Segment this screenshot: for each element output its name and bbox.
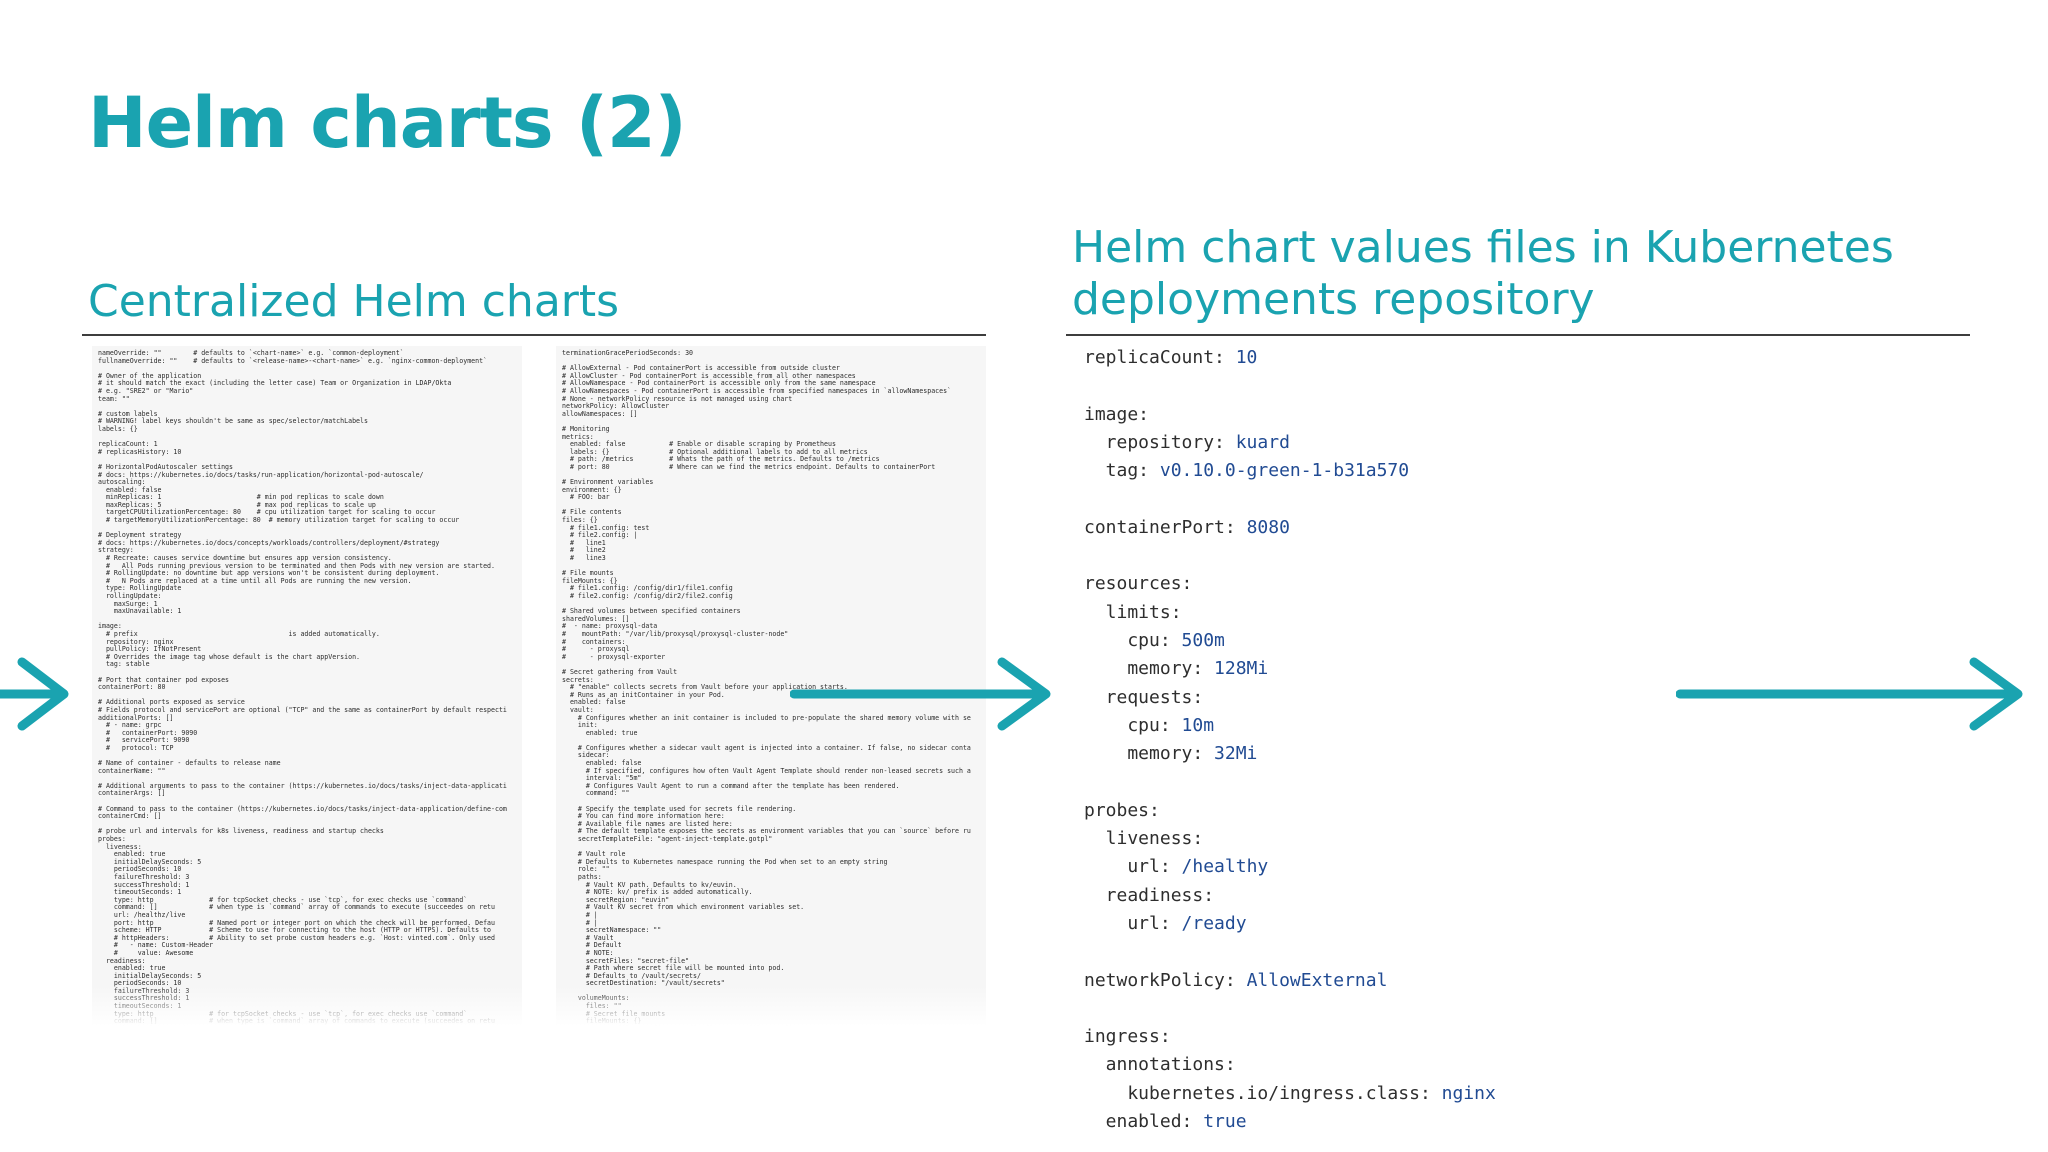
yaml-key: url: <box>1084 912 1182 934</box>
yaml-line: enabled: true <box>1084 1108 1496 1136</box>
yaml-line <box>1084 485 1496 513</box>
yaml-line: replicaCount: 10 <box>1084 344 1496 372</box>
yaml-key: memory: <box>1084 658 1215 680</box>
yaml-value: 32Mi <box>1214 743 1258 765</box>
yaml-line: url: /ready <box>1084 910 1496 938</box>
yaml-value: v0.10.0-green-1-b31a570 <box>1159 460 1410 482</box>
centralized-charts-heading: Centralized Helm charts <box>88 276 620 327</box>
yaml-line: image: <box>1084 401 1496 429</box>
yaml-key: enabled: <box>1084 1111 1204 1133</box>
yaml-key: memory: <box>1084 743 1215 765</box>
slide-title: Helm charts (2) <box>88 82 687 164</box>
yaml-key: probes: <box>1084 799 1160 821</box>
yaml-line: ingress: <box>1084 1023 1496 1051</box>
yaml-line <box>1084 542 1496 570</box>
yaml-value: 10m <box>1181 714 1215 736</box>
yaml-value: AllowExternal <box>1246 969 1388 991</box>
yaml-key: cpu: <box>1084 629 1182 651</box>
yaml-key: ingress: <box>1084 1026 1171 1048</box>
yaml-line: repository: kuard <box>1084 429 1496 457</box>
yaml-key: containerPort: <box>1084 516 1247 538</box>
yaml-line: probes: <box>1084 797 1496 825</box>
yaml-line: tag: v0.10.0-green-1-b31a570 <box>1084 457 1496 485</box>
yaml-line: resources: <box>1084 570 1496 598</box>
yaml-line: requests: <box>1084 684 1496 712</box>
chart-values-code: nameOverride: "" # defaults to `<chart-n… <box>98 349 507 1026</box>
yaml-line: limits: <box>1084 599 1496 627</box>
yaml-line: containerPort: 8080 <box>1084 514 1496 542</box>
right-arrow-icon <box>790 657 1051 731</box>
yaml-line <box>1084 372 1496 400</box>
yaml-value: 8080 <box>1246 516 1290 538</box>
left-heading-divider <box>82 334 986 336</box>
chart-values-screenshot-left: nameOverride: "" # defaults to `<chart-n… <box>92 346 522 1026</box>
values-files-heading: Helm chart values files in Kubernetes de… <box>1072 222 1894 325</box>
yaml-key: networkPolicy: <box>1084 969 1247 991</box>
yaml-value: 128Mi <box>1214 658 1269 680</box>
yaml-key: liveness: <box>1084 828 1204 850</box>
yaml-key: image: <box>1084 403 1150 425</box>
yaml-key: url: <box>1084 856 1182 878</box>
yaml-key: requests: <box>1084 686 1204 708</box>
yaml-key: repository: <box>1084 431 1236 453</box>
yaml-line: cpu: 10m <box>1084 712 1496 740</box>
right-arrow-icon <box>0 657 69 731</box>
yaml-key: kubernetes.io/ingress.class: <box>1084 1082 1442 1104</box>
yaml-key: cpu: <box>1084 714 1182 736</box>
right-arrow-icon <box>1676 657 2023 731</box>
yaml-value: /healthy <box>1181 856 1269 878</box>
yaml-value: nginx <box>1441 1082 1496 1104</box>
yaml-key: limits: <box>1084 601 1182 623</box>
yaml-value: 500m <box>1181 629 1225 651</box>
yaml-line: readiness: <box>1084 882 1496 910</box>
yaml-key: tag: <box>1084 460 1160 482</box>
yaml-line: annotations: <box>1084 1051 1496 1079</box>
yaml-value: kuard <box>1235 431 1290 453</box>
yaml-key: resources: <box>1084 573 1193 595</box>
yaml-line: url: /healthy <box>1084 853 1496 881</box>
yaml-line: cpu: 500m <box>1084 627 1496 655</box>
yaml-line: memory: 128Mi <box>1084 655 1496 683</box>
yaml-line: networkPolicy: AllowExternal <box>1084 967 1496 995</box>
yaml-line <box>1084 995 1496 1023</box>
right-heading-divider <box>1066 334 1970 336</box>
yaml-line: memory: 32Mi <box>1084 740 1496 768</box>
yaml-key: annotations: <box>1084 1054 1236 1076</box>
yaml-value: true <box>1203 1111 1247 1133</box>
yaml-line <box>1084 938 1496 966</box>
yaml-line: liveness: <box>1084 825 1496 853</box>
yaml-line: kubernetes.io/ingress.class: nginx <box>1084 1080 1496 1108</box>
yaml-value: /ready <box>1181 912 1247 934</box>
yaml-line <box>1084 768 1496 796</box>
yaml-key: readiness: <box>1084 884 1215 906</box>
yaml-value: 10 <box>1235 347 1258 368</box>
yaml-key: replicaCount: <box>1084 347 1236 368</box>
values-file-code: replicaCount: 10 image: repository: kuard… <box>1084 344 1496 1136</box>
